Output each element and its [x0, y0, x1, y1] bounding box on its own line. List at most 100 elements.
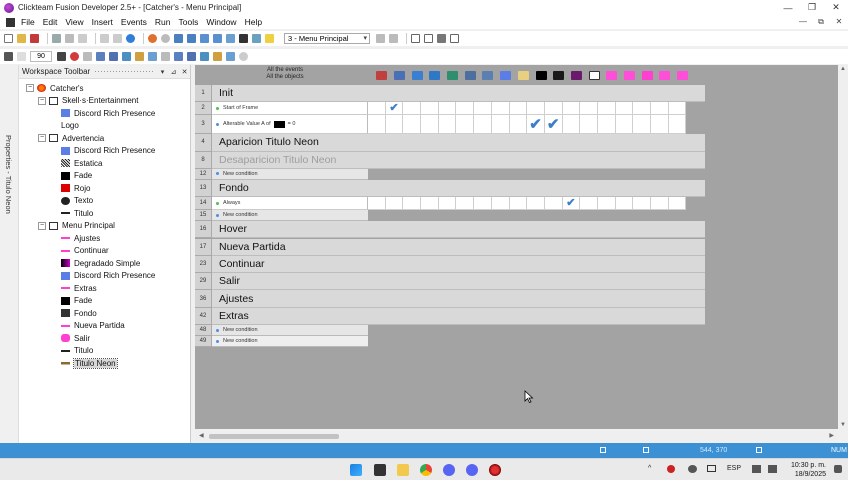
action-cell[interactable] — [633, 197, 651, 211]
prev-frame-icon[interactable] — [376, 34, 385, 43]
tree-node[interactable]: − Catcher's — [26, 82, 84, 95]
search-icon[interactable] — [239, 52, 248, 61]
event-group-row[interactable]: 36 Ajustes — [195, 290, 705, 308]
tree-expander-icon[interactable]: − — [26, 84, 34, 93]
object-column-header[interactable] — [515, 66, 533, 84]
tree-node[interactable]: Salir — [50, 332, 90, 345]
action-cell[interactable] — [368, 115, 386, 135]
action-cell[interactable] — [580, 115, 598, 135]
action-cell[interactable] — [368, 197, 386, 211]
object-column-header[interactable] — [444, 66, 462, 84]
event-editor[interactable]: All the events All the objects 1 Init 2 Sta… — [195, 65, 838, 429]
object-column-header[interactable] — [408, 66, 426, 84]
action-cell[interactable] — [633, 115, 651, 135]
tree-node[interactable]: Fondo — [50, 307, 97, 320]
group-title[interactable]: Hover — [212, 221, 705, 239]
group-title[interactable]: Continuar — [212, 255, 705, 274]
menu-edit[interactable]: Edit — [43, 17, 58, 27]
filter-icon[interactable] — [57, 52, 66, 61]
select-icon[interactable] — [174, 52, 183, 61]
menu-insert[interactable]: Insert — [92, 17, 113, 27]
tree-node[interactable]: Nueva Partida — [50, 320, 125, 333]
layout-icon[interactable] — [424, 34, 433, 43]
action-cell[interactable] — [668, 197, 687, 211]
action-cell[interactable] — [438, 102, 457, 116]
save-icon[interactable] — [30, 34, 39, 43]
tree-expander-icon[interactable]: − — [38, 96, 46, 105]
tree-node[interactable]: Logo — [50, 120, 79, 133]
object-column-header[interactable] — [603, 66, 621, 84]
tree-node[interactable]: Titulo — [50, 207, 93, 220]
panel-menu-button[interactable]: ▾ — [157, 68, 168, 76]
group-title[interactable]: Salir — [212, 273, 705, 291]
action-cell[interactable] — [615, 197, 634, 211]
terminal-icon[interactable] — [374, 464, 386, 476]
notification-icon[interactable] — [834, 465, 842, 473]
action-cell[interactable] — [668, 102, 687, 116]
tray-chevron-up-icon[interactable]: ^ — [648, 465, 651, 472]
action-cell[interactable] — [615, 102, 634, 116]
action-cell[interactable] — [403, 102, 422, 116]
action-cell[interactable] — [668, 115, 687, 135]
action-cell[interactable] — [562, 115, 581, 135]
condition-cell[interactable]: Always — [212, 197, 368, 211]
paste-icon[interactable] — [78, 34, 87, 43]
action-cell[interactable]: ✔ — [544, 115, 563, 135]
new-condition-cell[interactable]: New condition — [212, 210, 368, 222]
group-title[interactable]: Init — [212, 85, 705, 103]
search-objects-icon[interactable] — [96, 52, 105, 61]
event-group-row[interactable]: 17 Nueva Partida — [195, 238, 705, 256]
scrollbar-thumb[interactable] — [209, 434, 339, 439]
behavior-add-icon[interactable] — [122, 52, 131, 61]
group-title[interactable]: Fondo — [212, 179, 705, 198]
tree-node[interactable]: Discord Rich Presence — [50, 107, 155, 120]
scroll-down-arrow-icon[interactable]: ▼ — [840, 422, 846, 428]
action-cell[interactable] — [474, 115, 492, 135]
action-cell[interactable] — [597, 102, 616, 116]
editor-horizontal-scrollbar[interactable]: ◀ ▶ — [195, 431, 838, 442]
grid-icon[interactable] — [4, 52, 13, 61]
event-group-row[interactable]: 42 Extras — [195, 307, 705, 325]
group-title[interactable]: Desaparicion Titulo Neon — [212, 151, 705, 169]
action-cell[interactable] — [474, 102, 492, 116]
properties-panel-tab[interactable]: Properties - Titulo Neon — [0, 65, 19, 443]
object-column-header[interactable] — [674, 66, 692, 84]
action-cell[interactable] — [527, 102, 545, 116]
condition-cell[interactable]: Alterable Value A of = 0 — [212, 115, 368, 135]
new-condition-row[interactable]: 15 New condition — [195, 210, 368, 222]
event-list-icon[interactable] — [200, 34, 209, 43]
action-cell[interactable]: ✔ — [527, 115, 545, 135]
image-icon[interactable] — [148, 52, 157, 61]
tree-node[interactable]: Estatica — [50, 157, 102, 170]
tree-node[interactable]: Rojo — [50, 182, 90, 195]
new-condition-row[interactable]: 48 New condition — [195, 325, 368, 336]
new-condition-cell[interactable]: New condition — [212, 168, 368, 180]
file-explorer-icon[interactable] — [397, 464, 409, 476]
tree-node[interactable]: − Advertencia — [38, 132, 104, 145]
paint-icon[interactable] — [135, 52, 144, 61]
tree-expander-icon[interactable]: − — [38, 221, 46, 230]
action-cell[interactable] — [544, 102, 563, 116]
action-cell[interactable] — [421, 115, 439, 135]
event-row[interactable]: 14 Always ✔ — [195, 197, 687, 211]
copy-icon[interactable] — [65, 34, 74, 43]
action-cell[interactable] — [562, 102, 581, 116]
object-column-header[interactable] — [373, 66, 391, 84]
object-column-header[interactable] — [656, 66, 674, 84]
new-condition-cell[interactable]: New condition — [212, 325, 368, 336]
panel-grip[interactable] — [94, 69, 153, 74]
action-cell[interactable] — [368, 102, 386, 116]
window-icon[interactable] — [411, 34, 420, 43]
action-cell[interactable] — [597, 197, 616, 211]
mdi-minimize-button[interactable]: — — [794, 17, 812, 27]
menu-events[interactable]: Events — [121, 17, 147, 27]
action-cell[interactable] — [491, 115, 510, 135]
mdi-close-button[interactable]: ✕ — [830, 17, 848, 27]
object-column-header[interactable] — [585, 66, 603, 84]
frame-select[interactable]: 3 - Menu Principal — [284, 33, 370, 44]
object-column-header[interactable] — [391, 66, 409, 84]
action-cell[interactable] — [456, 197, 475, 211]
menu-run[interactable]: Run — [155, 17, 171, 27]
tree-node[interactable]: Texto — [50, 195, 93, 208]
discord-icon[interactable] — [443, 464, 455, 476]
